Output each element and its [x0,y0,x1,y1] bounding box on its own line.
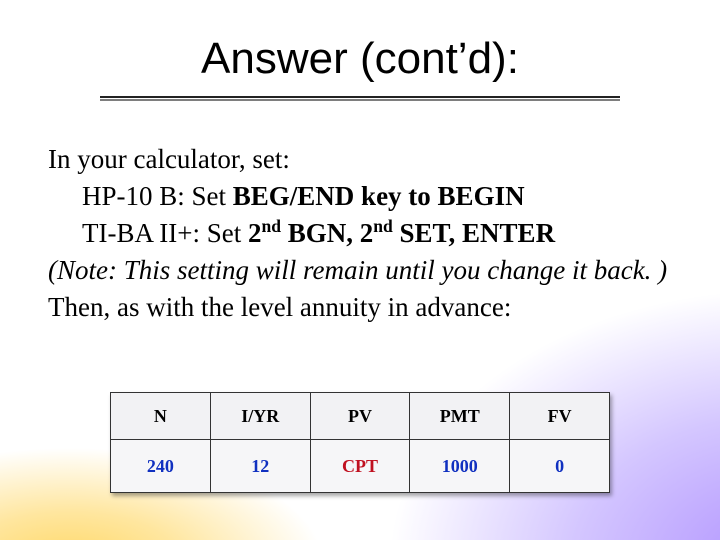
title-underline [100,96,620,98]
body-note: (Note: This setting will remain until yo… [48,253,672,288]
slide-body: In your calculator, set: HP-10 B: Set BE… [48,142,672,327]
col-pv: PV [310,393,410,440]
col-n: N [111,393,211,440]
val-pmt: 1000 [410,440,510,493]
val-iyr: 12 [210,440,310,493]
calculator-table: N I/YR PV PMT FV 240 12 CPT 1000 0 [110,392,610,493]
body-line-intro: In your calculator, set: [48,142,672,177]
slide-title: Answer (cont’d): [0,34,720,84]
val-fv: 0 [510,440,610,493]
hp-setting: BEG/END key to BEGIN [233,181,525,211]
ti-b2-sup: nd [373,216,393,236]
ti-b1: 2 [248,218,262,248]
hp-prefix: HP-10 B: Set [82,181,233,211]
body-then: Then, as with the level annuity in advan… [48,290,672,325]
body-line-ti: TI-BA II+: Set 2nd BGN, 2nd SET, ENTER [48,216,672,251]
ti-b3: SET, ENTER [393,218,555,248]
ti-setting: 2nd BGN, 2nd SET, ENTER [248,218,555,248]
ti-b2: BGN, 2 [281,218,373,248]
table-header-row: N I/YR PV PMT FV [111,393,610,440]
slide: Answer (cont’d): In your calculator, set… [0,0,720,540]
ti-prefix: TI-BA II+: Set [82,218,248,248]
col-fv: FV [510,393,610,440]
body-line-hp: HP-10 B: Set BEG/END key to BEGIN [48,179,672,214]
col-pmt: PMT [410,393,510,440]
val-pv: CPT [310,440,410,493]
col-iyr: I/YR [210,393,310,440]
ti-b1-sup: nd [261,216,281,236]
table-row: 240 12 CPT 1000 0 [111,440,610,493]
val-n: 240 [111,440,211,493]
